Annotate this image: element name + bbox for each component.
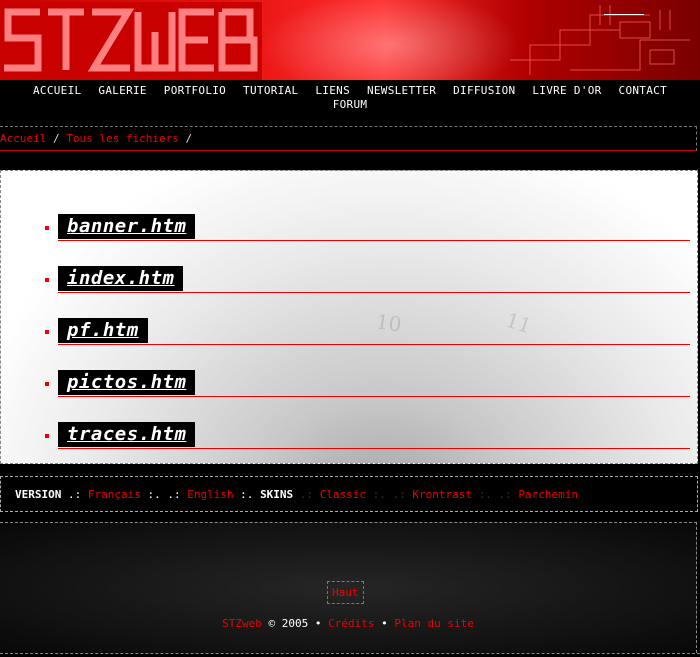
- breadcrumb-underline: [0, 150, 696, 151]
- skin-krontrast-link[interactable]: Krontrast: [412, 488, 472, 501]
- file-list: banner.htm index.htm pf.htm pictos.htm t…: [45, 211, 690, 463]
- breadcrumb-bar: Accueil / Tous les fichiers /: [0, 126, 697, 151]
- site-banner: [0, 0, 700, 80]
- nav-accueil[interactable]: ACCUEIL: [33, 84, 81, 97]
- nav-livre-dor[interactable]: LIVRE D'OR: [532, 84, 601, 97]
- separator: :.: [233, 488, 261, 501]
- version-label: VERSION: [15, 488, 62, 501]
- file-underline: [58, 448, 690, 449]
- bottom-divider: [0, 653, 700, 655]
- breadcrumb-separator: /: [46, 132, 67, 145]
- separator: .:: [61, 488, 88, 501]
- separator: :. .:: [472, 488, 519, 501]
- breadcrumb-all-files[interactable]: Tous les fichiers: [66, 132, 179, 145]
- sitemap-link[interactable]: Plan du site: [394, 617, 473, 630]
- list-item: index.htm: [45, 263, 690, 315]
- list-item: pf.htm: [45, 315, 690, 367]
- bullet-icon: [45, 330, 49, 334]
- nav-newsletter[interactable]: NEWSLETTER: [367, 84, 436, 97]
- skins-label: SKINS: [260, 488, 294, 501]
- list-item: traces.htm: [45, 419, 690, 463]
- file-link-index[interactable]: index.htm: [58, 266, 184, 291]
- lang-francais-link[interactable]: Français: [88, 488, 141, 501]
- banner-ticker-line: [604, 14, 644, 15]
- bullet-icon: [45, 278, 49, 282]
- nav-forum[interactable]: FORUM: [333, 98, 368, 111]
- footer-brand-link[interactable]: STZweb: [222, 617, 262, 630]
- version-skin-bar: VERSION .: Français :. .: English :. SKI…: [0, 476, 698, 512]
- separator: .:: [293, 488, 320, 501]
- breadcrumb-separator: /: [178, 132, 193, 145]
- footer-credits-line: STZweb © 2005 • Crédits • Plan du site: [0, 617, 696, 630]
- file-underline: [58, 292, 690, 293]
- bullet-icon: [45, 434, 49, 438]
- bullet-icon: [45, 226, 49, 230]
- circuit-decoration: [510, 5, 690, 75]
- credits-link[interactable]: Crédits: [328, 617, 374, 630]
- file-link-pf[interactable]: pf.htm: [58, 318, 148, 343]
- site-logo[interactable]: [0, 2, 262, 80]
- nav-contact[interactable]: CONTACT: [619, 84, 667, 97]
- banner-glow: [260, 0, 520, 80]
- main-nav: ACCUEIL GALERIE PORTFOLIO TUTORIAL LIENS…: [0, 84, 700, 112]
- separator: :. .:: [140, 488, 188, 501]
- version-skin-row: VERSION .: Français :. .: English :. SKI…: [15, 488, 578, 501]
- file-link-traces[interactable]: traces.htm: [58, 422, 196, 447]
- footer: Haut STZweb © 2005 • Crédits • Plan du s…: [0, 522, 697, 653]
- breadcrumb: Accueil / Tous les fichiers /: [0, 132, 192, 145]
- list-item: pictos.htm: [45, 367, 690, 419]
- nav-liens[interactable]: LIENS: [315, 84, 350, 97]
- file-link-banner[interactable]: banner.htm: [58, 214, 196, 239]
- file-link-pictos[interactable]: pictos.htm: [58, 370, 196, 395]
- file-underline: [58, 240, 690, 241]
- bullet-icon: [45, 382, 49, 386]
- breadcrumb-home[interactable]: Accueil: [0, 132, 46, 145]
- separator: :. .:: [366, 488, 413, 501]
- nav-tutorial[interactable]: TUTORIAL: [243, 84, 298, 97]
- file-underline: [58, 396, 690, 397]
- copyright-text: © 2005 •: [261, 617, 329, 630]
- skin-parchemin-link[interactable]: Parchemin: [518, 488, 578, 501]
- back-to-top-link[interactable]: Haut: [327, 581, 364, 604]
- nav-portfolio[interactable]: PORTFOLIO: [164, 84, 226, 97]
- file-list-panel: 10 11 banner.htm index.htm pf.htm pictos…: [0, 170, 698, 464]
- lang-english-link[interactable]: English: [187, 488, 233, 501]
- nav-galerie[interactable]: GALERIE: [98, 84, 146, 97]
- list-item: banner.htm: [45, 211, 690, 263]
- skin-classic-link[interactable]: Classic: [320, 488, 366, 501]
- separator: •: [374, 617, 395, 630]
- file-underline: [58, 344, 690, 345]
- nav-diffusion[interactable]: DIFFUSION: [453, 84, 515, 97]
